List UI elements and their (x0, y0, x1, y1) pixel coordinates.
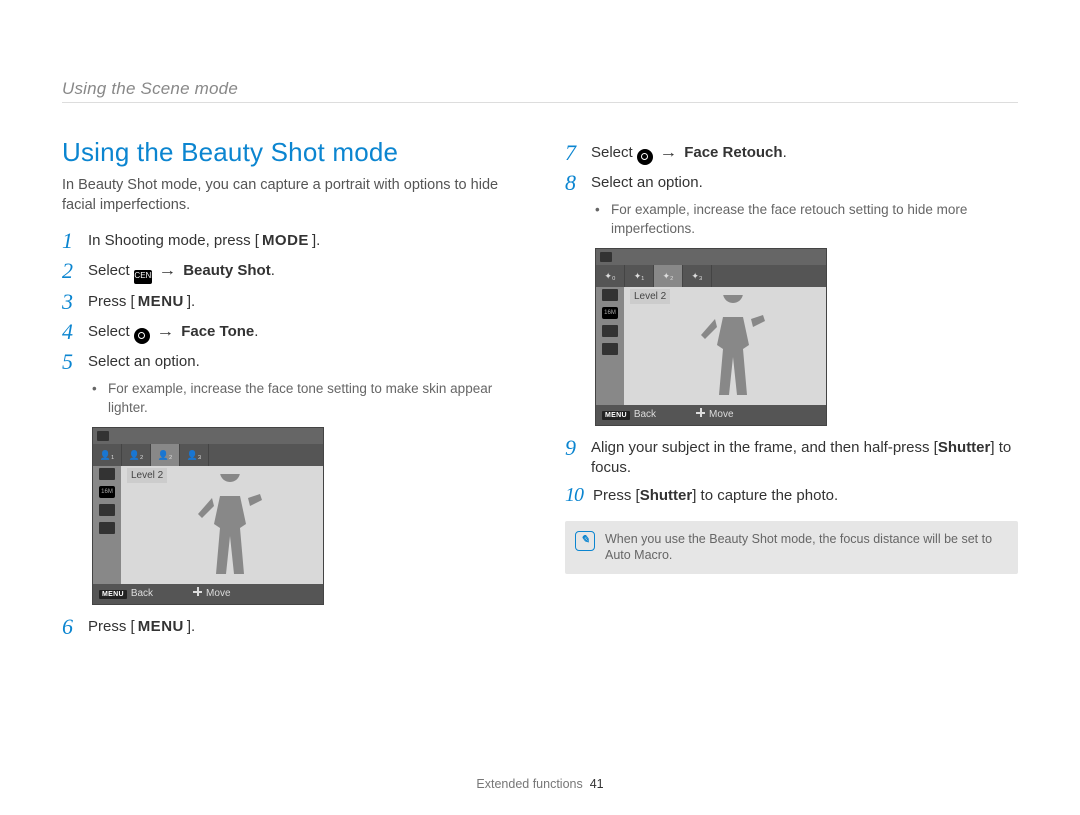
shot-sidebar: 16M (93, 466, 121, 584)
footer-section: Extended functions (476, 777, 582, 791)
step-1: 1 In Shooting mode, press [MODE]. (62, 229, 515, 253)
step-10: 10 Press [Shutter] to capture the photo. (565, 484, 1018, 506)
tab-retouch-3: ✦₃ (683, 265, 712, 287)
step-3: 3 Press [MENU]. (62, 290, 515, 314)
step-7: 7 Select → Face Retouch. (565, 141, 1018, 165)
tab-retouch-0: ✦₀ (596, 265, 625, 287)
camera-icon (134, 328, 150, 344)
note-box: ✎ When you use the Beauty Shot mode, the… (565, 521, 1018, 575)
menu-key: MENU (135, 292, 187, 312)
tab-level-2-active: 👤₂ (151, 444, 180, 466)
shot-tabs: 👤₁ 👤₂ 👤₂ 👤₃ (93, 444, 323, 466)
page-number: 41 (590, 777, 604, 791)
person-silhouette-icon (190, 474, 270, 584)
dpad-icon (193, 587, 202, 596)
step-body: Select an option. (591, 171, 1018, 193)
arrow-icon: → (159, 261, 177, 281)
step-body: Press [MENU]. (88, 615, 515, 637)
back-label: Back (634, 409, 656, 420)
mode-key: MODE (259, 231, 312, 251)
left-column: Using the Beauty Shot mode In Beauty Sho… (62, 135, 515, 645)
step-number: 9 (565, 436, 591, 460)
dpad-icon (696, 408, 705, 417)
step-body: Press [Shutter] to capture the photo. (593, 484, 1018, 506)
screenshot-face-tone: 👤₁ 👤₂ 👤₂ 👤₃ 16M Level 2 (92, 427, 324, 605)
shot-tabs: ✦₀ ✦₁ ✦₂ ✦₃ (596, 265, 826, 287)
step-5: 5 Select an option. (62, 350, 515, 374)
side-icon (99, 504, 115, 516)
step-number: 8 (565, 171, 591, 195)
shot-preview: Level 2 (624, 287, 826, 405)
tab-retouch-1: ✦₁ (625, 265, 654, 287)
note-icon: ✎ (575, 531, 595, 551)
step-9: 9 Align your subject in the frame, and t… (565, 436, 1018, 479)
step-number: 3 (62, 290, 88, 314)
step-body: Press [MENU]. (88, 290, 515, 312)
content-columns: Using the Beauty Shot mode In Beauty Sho… (62, 135, 1018, 645)
shot-footer: MENU Back Move (596, 405, 826, 425)
step-8: 8 Select an option. (565, 171, 1018, 195)
tab-level-3: 👤₃ (180, 444, 209, 466)
page-footer: Extended functions 41 (0, 776, 1080, 793)
level-label: Level 2 (127, 468, 167, 484)
step-number: 6 (62, 615, 88, 639)
right-column: 7 Select → Face Retouch. 8 Select an opt… (565, 135, 1018, 645)
step-body: Select SCENE → Beauty Shot. (88, 259, 515, 283)
shot-sidebar: 16M (596, 287, 624, 405)
step-number: 5 (62, 350, 88, 374)
screenshot-face-retouch: ✦₀ ✦₁ ✦₂ ✦₃ 16M Level 2 (595, 248, 827, 426)
step-number: 4 (62, 320, 88, 344)
camera-icon (637, 149, 653, 165)
shot-footer: MENU Back Move (93, 584, 323, 604)
step-number: 10 (565, 484, 593, 506)
level-label: Level 2 (630, 289, 670, 305)
shot-body: 16M Level 2 (596, 287, 826, 405)
side-icon (602, 343, 618, 355)
shutter-key: Shutter (938, 439, 991, 456)
tab-retouch-2-active: ✦₂ (654, 265, 683, 287)
step-6: 6 Press [MENU]. (62, 615, 515, 639)
step-4: 4 Select → Face Tone. (62, 320, 515, 344)
running-head: Using the Scene mode (62, 78, 238, 101)
step-number: 2 (62, 259, 88, 283)
section-title: Using the Beauty Shot mode (62, 135, 515, 170)
step-5-sub: For example, increase the face tone sett… (108, 380, 515, 416)
step-body: Select → Face Tone. (88, 320, 515, 344)
side-icon (602, 325, 618, 337)
arrow-icon: → (157, 322, 175, 342)
step-8-sub: For example, increase the face retouch s… (611, 201, 1018, 237)
note-text: When you use the Beauty Shot mode, the f… (605, 531, 1004, 565)
step-number: 1 (62, 229, 88, 253)
page: Using the Scene mode Using the Beauty Sh… (0, 0, 1080, 815)
tab-level-1: 👤₁ (93, 444, 122, 466)
header-rule (62, 102, 1018, 103)
step-number: 7 (565, 141, 591, 165)
shot-topbar (596, 249, 826, 265)
step-body: Select an option. (88, 350, 515, 372)
side-icon: 16M (99, 486, 115, 498)
menu-key-icon: MENU (99, 590, 127, 599)
move-label: Move (709, 409, 733, 420)
person-silhouette-icon (693, 295, 773, 405)
side-icon (99, 468, 115, 480)
shot-body: 16M Level 2 (93, 466, 323, 584)
side-icon: 16M (602, 307, 618, 319)
arrow-icon: → (660, 143, 678, 163)
menu-key-icon: MENU (602, 411, 630, 420)
shutter-key: Shutter (640, 487, 693, 504)
back-label: Back (131, 588, 153, 599)
scene-icon: SCENE (134, 270, 152, 284)
step-body: Select → Face Retouch. (591, 141, 1018, 165)
shot-topbar (93, 428, 323, 444)
move-label: Move (206, 588, 230, 599)
section-intro: In Beauty Shot mode, you can capture a p… (62, 176, 515, 215)
shot-preview: Level 2 (121, 466, 323, 584)
menu-key: MENU (135, 617, 187, 637)
step-body: Align your subject in the frame, and the… (591, 436, 1018, 479)
step-2: 2 Select SCENE → Beauty Shot. (62, 259, 515, 283)
side-icon (99, 522, 115, 534)
side-icon (602, 289, 618, 301)
tab-level-2-dark: 👤₂ (122, 444, 151, 466)
step-body: In Shooting mode, press [MODE]. (88, 229, 515, 251)
